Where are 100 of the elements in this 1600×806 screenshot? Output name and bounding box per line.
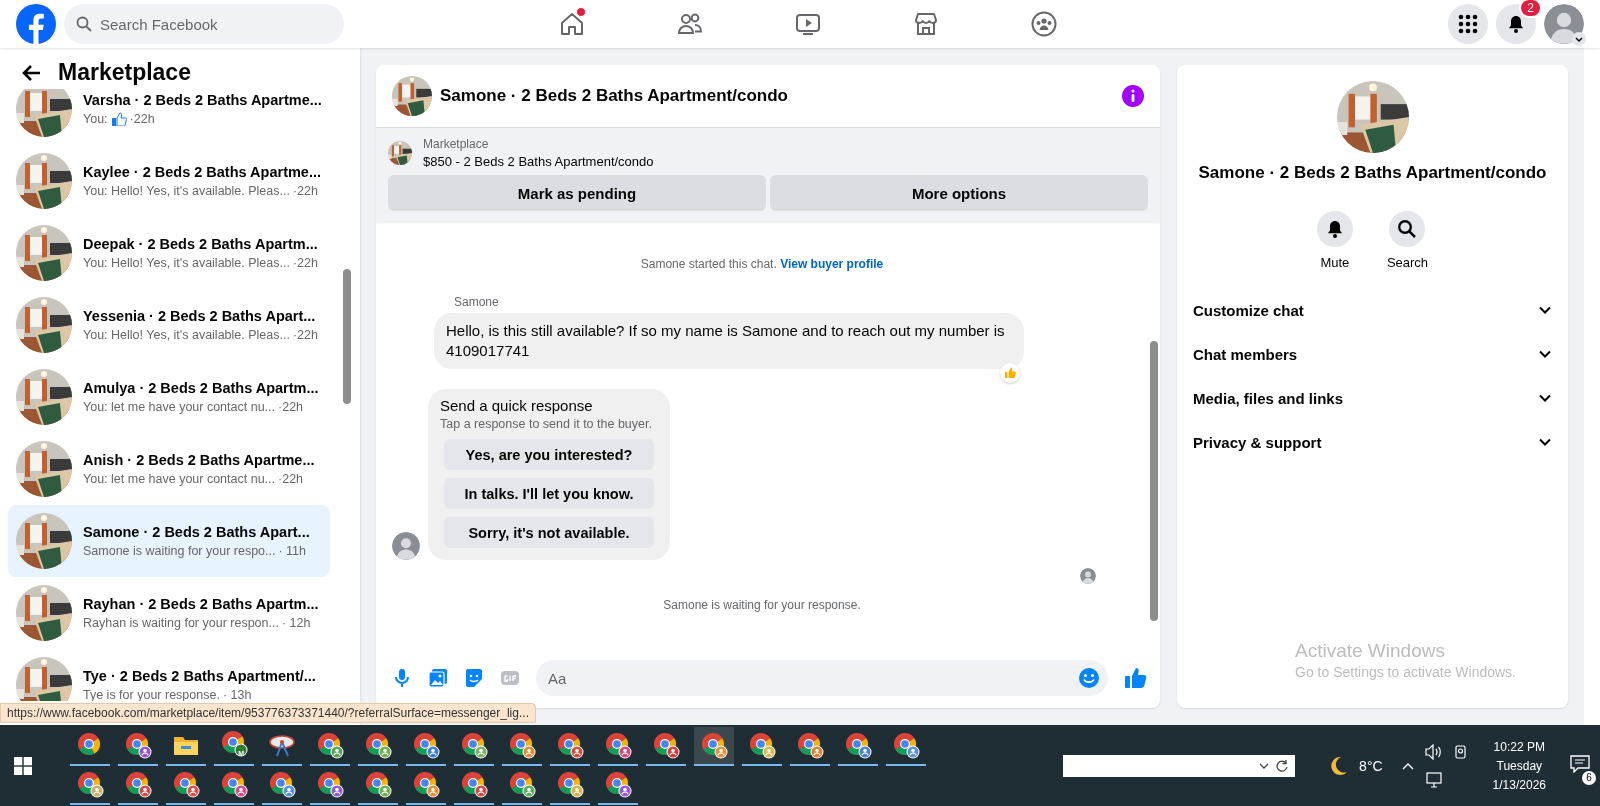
- section-header[interactable]: Media, files and links: [1177, 376, 1568, 420]
- temperature[interactable]: 8°C: [1359, 757, 1383, 774]
- browser-profile-icon[interactable]: [220, 729, 248, 757]
- sender-avatar: [392, 532, 420, 560]
- browser-profile-icon[interactable]: [412, 770, 440, 798]
- message-time: · 11h: [278, 544, 307, 558]
- listing-action-button[interactable]: Mark as pending: [388, 175, 766, 211]
- clock-day[interactable]: Tuesday: [1496, 758, 1543, 773]
- quick-reply-button[interactable]: Sorry, it's not available.: [444, 517, 654, 548]
- notification-center-icon[interactable]: [1570, 754, 1590, 773]
- profile-avatar: [1544, 4, 1584, 44]
- sticker-icon[interactable]: [464, 668, 484, 688]
- conversation-item[interactable]: Deepak · 2 Beds 2 Baths Apartm... You: Hello! Yes, it's available. Pleas... ·22h: [8, 217, 330, 289]
- section-header[interactable]: Chat members: [1177, 332, 1568, 376]
- browser-profile-icon[interactable]: [604, 731, 632, 759]
- scrollbar[interactable]: [1584, 48, 1600, 725]
- menu-button[interactable]: [1448, 4, 1488, 44]
- details-title: Samone · 2 Beds 2 Baths Apartment/condo: [1198, 163, 1547, 183]
- quick-response-title: Send a quick response: [440, 397, 594, 414]
- sidebar-title: Marketplace: [58, 59, 191, 86]
- browser-profile-icon[interactable]: [892, 731, 920, 759]
- microphone-icon[interactable]: [392, 668, 412, 688]
- browser-profile-icon[interactable]: [364, 770, 392, 798]
- browser-profile-icon[interactable]: [508, 731, 536, 759]
- listing-title[interactable]: $850 - 2 Beds 2 Baths Apartment/condo: [423, 154, 654, 169]
- clock-date[interactable]: 1/13/2026: [1492, 777, 1546, 792]
- refresh-icon[interactable]: [1275, 758, 1290, 773]
- section-header[interactable]: Customize chat: [1177, 288, 1568, 332]
- browser-profile-icon[interactable]: [604, 770, 632, 798]
- photo-icon[interactable]: [428, 668, 448, 688]
- listing-action-button[interactable]: More options: [770, 175, 1148, 211]
- message-preview: You: let me have your contact nu...: [83, 400, 276, 414]
- caret-icon[interactable]: [1572, 32, 1586, 46]
- message-time: ·22h: [278, 400, 304, 414]
- folder-icon[interactable]: [173, 734, 199, 756]
- home-icon[interactable]: [558, 10, 586, 38]
- notification-count: 2: [1519, 0, 1542, 18]
- conversation-item[interactable]: Varsha · 2 Beds 2 Baths Apartme... You: ·22h: [8, 89, 330, 145]
- search-field[interactable]: Search Facebook: [64, 4, 344, 44]
- browser-profile-icon[interactable]: [460, 731, 488, 759]
- taskbar-app[interactable]: [694, 726, 734, 766]
- buyer-profile-link[interactable]: View buyer profile: [780, 257, 884, 271]
- message-preview: You: let me have your contact nu...: [83, 472, 276, 486]
- speaker-icon[interactable]: [1424, 743, 1443, 760]
- message-time: ·22h: [129, 112, 155, 126]
- browser-profile-icon[interactable]: [796, 731, 824, 759]
- address-field[interactable]: [1063, 754, 1296, 777]
- browser-profile-icon[interactable]: [700, 731, 728, 759]
- message-time: · 12h: [281, 616, 311, 630]
- browser-profile-icon[interactable]: [124, 770, 152, 798]
- groups-icon[interactable]: [1030, 10, 1058, 38]
- browser-profile-icon[interactable]: [220, 770, 248, 798]
- browser-profile-icon[interactable]: [412, 731, 440, 759]
- browser-profile-icon[interactable]: [364, 731, 392, 759]
- search-icon: [1397, 219, 1418, 239]
- quick-reply-button[interactable]: In talks. I'll let you know.: [444, 478, 654, 509]
- windows-start-icon[interactable]: [14, 756, 32, 775]
- mute-button[interactable]: [1316, 211, 1353, 247]
- browser-profile-icon[interactable]: [748, 731, 776, 759]
- section-header[interactable]: Privacy & support: [1177, 420, 1568, 464]
- conversation-item[interactable]: Rayhan · 2 Beds 2 Baths Apartm... Rayhan is waiting for your respon... · 12h: [8, 577, 330, 649]
- browser-profile-icon[interactable]: [460, 770, 488, 798]
- message-preview: Tye is for your response.: [83, 688, 220, 701]
- action-label: Search: [1386, 255, 1429, 270]
- store-icon[interactable]: [912, 10, 940, 38]
- logo-icon[interactable]: [16, 4, 56, 44]
- browser-profile-icon[interactable]: [556, 770, 584, 798]
- activation-notice-title: Activate Windows: [1295, 640, 1446, 662]
- message-input[interactable]: Aa: [536, 660, 1108, 696]
- quick-reply-button[interactable]: Yes, are you interested?: [444, 439, 654, 470]
- emoji-icon[interactable]: [1078, 667, 1100, 689]
- browser-profile-icon[interactable]: [268, 770, 296, 798]
- search-button[interactable]: [1389, 211, 1426, 247]
- clock-time[interactable]: 10:22 PM: [1493, 739, 1545, 754]
- camera-icon[interactable]: [1452, 743, 1469, 760]
- conversation-title: Anish · 2 Beds 2 Baths Apartme...: [83, 452, 315, 468]
- browser-profile-icon[interactable]: [316, 731, 344, 759]
- conversation-item[interactable]: Yessenia · 2 Beds 2 Baths Apart... You: Hello! Yes, it's available. Pleas... ·22h: [8, 289, 330, 361]
- browser-profile-icon[interactable]: [556, 731, 584, 759]
- conversation-title: Tye · 2 Beds 2 Baths Apartment/...: [83, 668, 316, 684]
- back-arrow-icon[interactable]: [22, 62, 42, 83]
- info-icon[interactable]: [1122, 85, 1144, 107]
- message-preview: Samone is waiting for your respo...: [83, 544, 276, 558]
- conversation-item[interactable]: Kaylee · 2 Beds 2 Baths Apartme... You: Hello! Yes, it's available. Pleas... ·22h: [8, 145, 330, 217]
- browser-profile-icon[interactable]: [844, 731, 872, 759]
- browser-profile-icon[interactable]: [172, 770, 200, 798]
- browser-profile-icon[interactable]: [76, 770, 104, 798]
- link-preview: https://www.facebook.com/marketplace/item/953776373371440/?referralSurface=messenger_lig...: [0, 703, 536, 723]
- browser-profile-icon[interactable]: [316, 770, 344, 798]
- activation-notice: Go to Settings to activate Windows.: [1295, 664, 1516, 680]
- message-time: ·22h: [292, 256, 318, 270]
- browser-profile-icon[interactable]: [652, 731, 680, 759]
- thumbs-up-icon[interactable]: [1124, 666, 1148, 690]
- browser-profile-icon[interactable]: [508, 770, 536, 798]
- conversation-item[interactable]: Anish · 2 Beds 2 Baths Apartme... You: let me have your contact nu... ·22h: [8, 433, 330, 505]
- conversation-item[interactable]: Samone · 2 Beds 2 Baths Apart... Samone is waiting for your respo... · 11h: [8, 505, 330, 577]
- conversation-item[interactable]: Amulya · 2 Beds 2 Baths Apartm... You: let me have your contact nu... ·22h: [8, 361, 330, 433]
- chat-title: Samone · 2 Beds 2 Baths Apartment/condo: [440, 86, 789, 106]
- network-icon[interactable]: [1424, 771, 1443, 788]
- browser-profile-icon[interactable]: [124, 731, 152, 759]
